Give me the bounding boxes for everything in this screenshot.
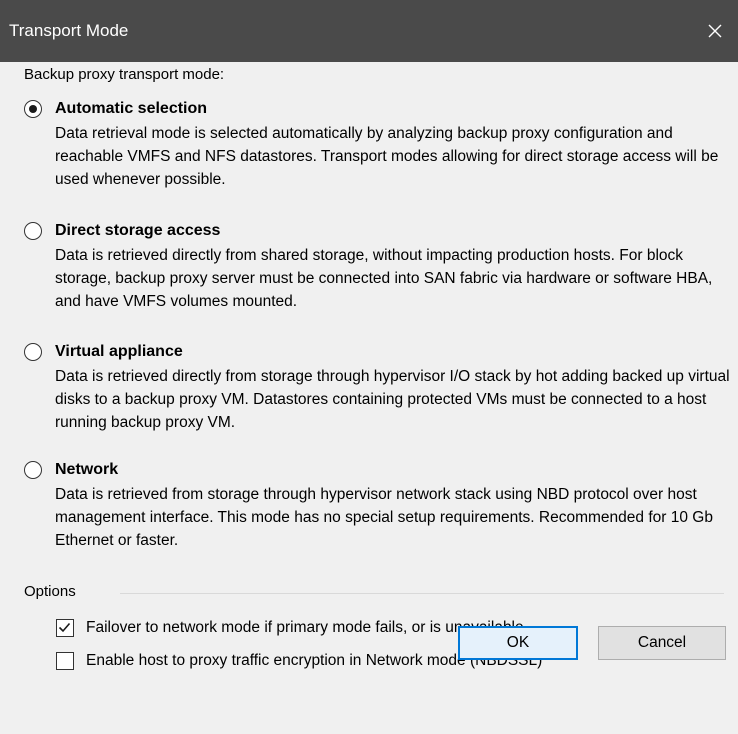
mode-description: Data retrieval mode is selected automati…: [55, 125, 719, 188]
cancel-button[interactable]: Cancel: [598, 626, 726, 660]
radio-automatic-selection[interactable]: Automatic selection: [24, 98, 724, 120]
failover-checkbox[interactable]: [56, 619, 74, 637]
radio-button[interactable]: [24, 222, 42, 240]
transport-mode-heading: Backup proxy transport mode:: [24, 66, 225, 83]
radio-network[interactable]: Network: [24, 459, 724, 481]
radio-button[interactable]: [24, 343, 42, 361]
checkmark-icon: [58, 622, 71, 633]
mode-option-network: Network Data is retrieved from storage t…: [24, 459, 724, 552]
dialog-title: Transport Mode: [9, 21, 129, 40]
transport-mode-dialog: Transport Mode Backup proxy transport mo…: [0, 0, 738, 734]
options-label: Options: [24, 582, 84, 602]
mode-description: Data is retrieved from storage through h…: [55, 486, 713, 549]
title-bar: Transport Mode: [0, 0, 738, 62]
radio-button-selected[interactable]: [24, 100, 42, 118]
mode-label: Network: [55, 461, 119, 478]
close-button[interactable]: [692, 0, 738, 62]
ok-button[interactable]: OK: [458, 626, 578, 660]
mode-description: Data is retrieved directly from storage …: [55, 368, 730, 431]
mode-description: Data is retrieved directly from shared s…: [55, 247, 713, 310]
options-divider: [120, 593, 724, 594]
mode-option-virtual-appliance: Virtual appliance Data is retrieved dire…: [24, 341, 730, 434]
mode-option-automatic: Automatic selection Data retrieval mode …: [24, 98, 724, 191]
mode-label: Direct storage access: [55, 222, 221, 239]
mode-label: Virtual appliance: [55, 343, 183, 360]
encryption-checkbox[interactable]: [56, 652, 74, 670]
mode-label: Automatic selection: [55, 100, 208, 117]
options-group: Options: [24, 578, 724, 604]
mode-option-direct-storage: Direct storage access Data is retrieved …: [24, 220, 724, 313]
radio-direct-storage-access[interactable]: Direct storage access: [24, 220, 724, 242]
radio-virtual-appliance[interactable]: Virtual appliance: [24, 341, 724, 363]
radio-button[interactable]: [24, 461, 42, 479]
close-icon: [708, 24, 722, 38]
